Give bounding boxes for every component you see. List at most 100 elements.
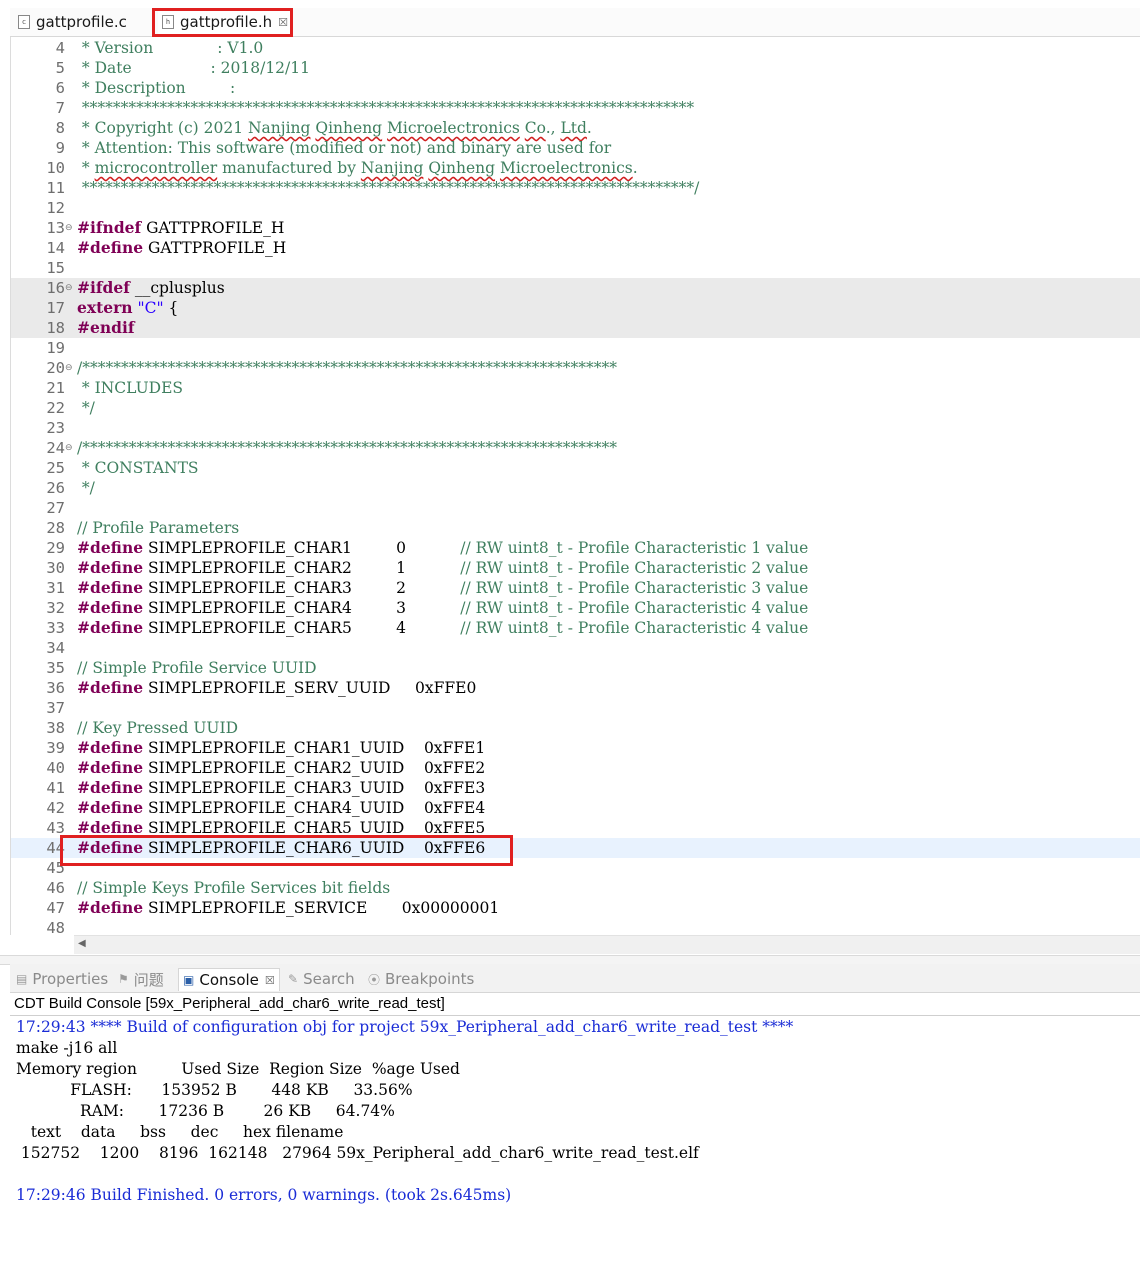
code-line[interactable]: 12: [11, 198, 1140, 218]
console-line: Memory region Used Size Region Size %age…: [16, 1060, 460, 1078]
tab-label: Breakpoints: [385, 970, 475, 988]
line-number: 12: [46, 199, 65, 217]
code-token: #define: [77, 598, 144, 617]
code-line[interactable]: 21 * INCLUDES: [11, 378, 1140, 398]
code-text: // Key Pressed UUID: [77, 718, 238, 738]
fold-toggle-icon[interactable]: ⊖: [65, 358, 73, 378]
line-number: 16: [46, 279, 65, 297]
code-line[interactable]: 22 */: [11, 398, 1140, 418]
fold-toggle-icon[interactable]: ⊖: [65, 278, 73, 298]
line-number: 4: [55, 39, 65, 57]
code-line[interactable]: 37: [11, 698, 1140, 718]
tab-label: Properties: [32, 970, 109, 988]
code-line[interactable]: 6 * Description :: [11, 78, 1140, 98]
close-icon[interactable]: ☒: [265, 974, 275, 987]
console-line: text data bss dec hex filename: [16, 1123, 344, 1141]
code-line[interactable]: 16 ⊖ #ifdef __cplusplus: [11, 278, 1140, 298]
console-line: RAM: 17236 B 26 KB 64.74%: [16, 1102, 395, 1120]
code-line[interactable]: 9 * Attention: This software (modified o…: [11, 138, 1140, 158]
code-line[interactable]: 5 * Date : 2018/12/11: [11, 58, 1140, 78]
code-line[interactable]: 10 * microcontroller manufactured by Nan…: [11, 158, 1140, 178]
code-line[interactable]: 30 #define SIMPLEPROFILE_CHAR2 1 // RW ui…: [11, 558, 1140, 578]
code-editor[interactable]: 4 * Version : V1.0 5 * Date : 2018/12/11 6…: [10, 37, 1140, 935]
code-line[interactable]: 36 #define SIMPLEPROFILE_SERV_UUID 0xFFE0: [11, 678, 1140, 698]
code-line[interactable]: 20 ⊖/************************************…: [11, 358, 1140, 378]
code-line[interactable]: 42 #define SIMPLEPROFILE_CHAR4_UUID 0xFFE…: [11, 798, 1140, 818]
code-text: #define GATTPROFILE_H: [77, 238, 286, 258]
fold-toggle-icon[interactable]: ⊖: [65, 218, 73, 238]
line-number: 33: [46, 619, 65, 637]
line-number: 31: [46, 579, 65, 597]
code-line[interactable]: 28 // Profile Parameters: [11, 518, 1140, 538]
line-number: 22: [46, 399, 65, 417]
horizontal-scrollbar[interactable]: ◀: [74, 935, 1140, 954]
code-text: * CONSTANTS: [77, 458, 199, 478]
code-line[interactable]: 47 #define SIMPLEPROFILE_SERVICE 0x000000…: [11, 898, 1140, 918]
code-token: SIMPLEPROFILE_SERVICE 0x00000001: [143, 899, 500, 917]
line-number: 41: [46, 779, 65, 797]
code-line[interactable]: 25 * CONSTANTS: [11, 458, 1140, 478]
code-line[interactable]: 46 // Simple Keys Profile Services bit fi…: [11, 878, 1140, 898]
view-tab-bar: ▤ Properties ⚑ 问题 ▣ Console ☒ ✎ Search ⦿ Breakpoin…: [10, 964, 1140, 993]
code-token: Qinheng: [315, 119, 383, 137]
code-text: #define SIMPLEPROFILE_CHAR4_UUID 0xFFE4: [77, 798, 485, 818]
console-icon: ▣: [183, 973, 195, 987]
code-token: extern: [77, 298, 133, 317]
tab-gattprofile-c[interactable]: c gattprofile.c: [18, 10, 127, 34]
code-line[interactable]: 29 #define SIMPLEPROFILE_CHAR1 0 // RW ui…: [11, 538, 1140, 558]
code-token: manufactured by: [217, 159, 361, 177]
code-line[interactable]: 32 #define SIMPLEPROFILE_CHAR4 3 // RW ui…: [11, 598, 1140, 618]
tab-label: Console: [199, 971, 259, 989]
code-line[interactable]: 13 ⊖ #ifndef GATTPROFILE_H: [11, 218, 1140, 238]
console-output[interactable]: 17:29:43 **** Build of configuration obj…: [16, 1017, 793, 1206]
code-line[interactable]: 23: [11, 418, 1140, 438]
code-line[interactable]: 31 #define SIMPLEPROFILE_CHAR3 2 // RW ui…: [11, 578, 1140, 598]
code-line[interactable]: 35 // Simple Profile Service UUID: [11, 658, 1140, 678]
line-number: 42: [46, 799, 65, 817]
code-line[interactable]: 11 *************************************…: [11, 178, 1140, 198]
console-divider: [10, 1015, 1140, 1016]
code-line[interactable]: 8 * Copyright (c) 2021 Nanjing Qinheng M…: [11, 118, 1140, 138]
tab-label: 问题: [133, 970, 164, 989]
code-line[interactable]: 38 // Key Pressed UUID: [11, 718, 1140, 738]
tab-console[interactable]: ▣ Console ☒: [178, 968, 280, 991]
scroll-left-icon[interactable]: ◀: [78, 938, 86, 949]
line-number: 15: [46, 259, 65, 277]
line-number: 28: [46, 519, 65, 537]
code-line[interactable]: 34: [11, 638, 1140, 658]
line-number: 24: [46, 439, 65, 457]
code-token: #define: [77, 798, 144, 817]
code-token: * Date : 2018/12/11: [77, 59, 310, 77]
code-line[interactable]: 39 #define SIMPLEPROFILE_CHAR1_UUID 0xFFE…: [11, 738, 1140, 758]
code-text: */: [77, 398, 95, 418]
tab-problems[interactable]: ⚑ 问题: [118, 968, 164, 990]
fold-toggle-icon[interactable]: ⊖: [65, 438, 73, 458]
code-line[interactable]: 19: [11, 338, 1140, 358]
code-token: #define: [77, 558, 144, 577]
code-line[interactable]: 18 #endif: [11, 318, 1140, 338]
code-line[interactable]: 41 #define SIMPLEPROFILE_CHAR3_UUID 0xFFE…: [11, 778, 1140, 798]
code-line[interactable]: 15: [11, 258, 1140, 278]
code-line[interactable]: 4 * Version : V1.0: [11, 38, 1140, 58]
code-text: /***************************************…: [77, 358, 617, 378]
tab-search[interactable]: ✎ Search: [288, 968, 355, 990]
code-token: *: [77, 159, 95, 177]
code-line[interactable]: 7 **************************************…: [11, 98, 1140, 118]
tab-breakpoints[interactable]: ⦿ Breakpoints: [368, 968, 474, 990]
code-line[interactable]: 48: [11, 918, 1140, 935]
line-number: 34: [46, 639, 65, 657]
code-token: #define: [77, 238, 144, 257]
code-line[interactable]: 27: [11, 498, 1140, 518]
code-line[interactable]: 40 #define SIMPLEPROFILE_CHAR2_UUID 0xFFE…: [11, 758, 1140, 778]
code-text: #define SIMPLEPROFILE_CHAR5 4 // RW uint…: [77, 618, 808, 638]
tab-properties[interactable]: ▤ Properties: [16, 968, 108, 990]
code-token: #define: [77, 758, 144, 777]
code-token: // RW uint8_t - Profile Characteristic 4…: [460, 619, 809, 637]
code-line[interactable]: 14 #define GATTPROFILE_H: [11, 238, 1140, 258]
code-token: SIMPLEPROFILE_CHAR3 2: [143, 579, 461, 597]
code-line[interactable]: 26 */: [11, 478, 1140, 498]
code-token: /***************************************…: [77, 359, 617, 377]
code-line[interactable]: 24 ⊖/************************************…: [11, 438, 1140, 458]
code-line[interactable]: 17 extern "C" {: [11, 298, 1140, 318]
code-line[interactable]: 33 #define SIMPLEPROFILE_CHAR5 4 // RW ui…: [11, 618, 1140, 638]
